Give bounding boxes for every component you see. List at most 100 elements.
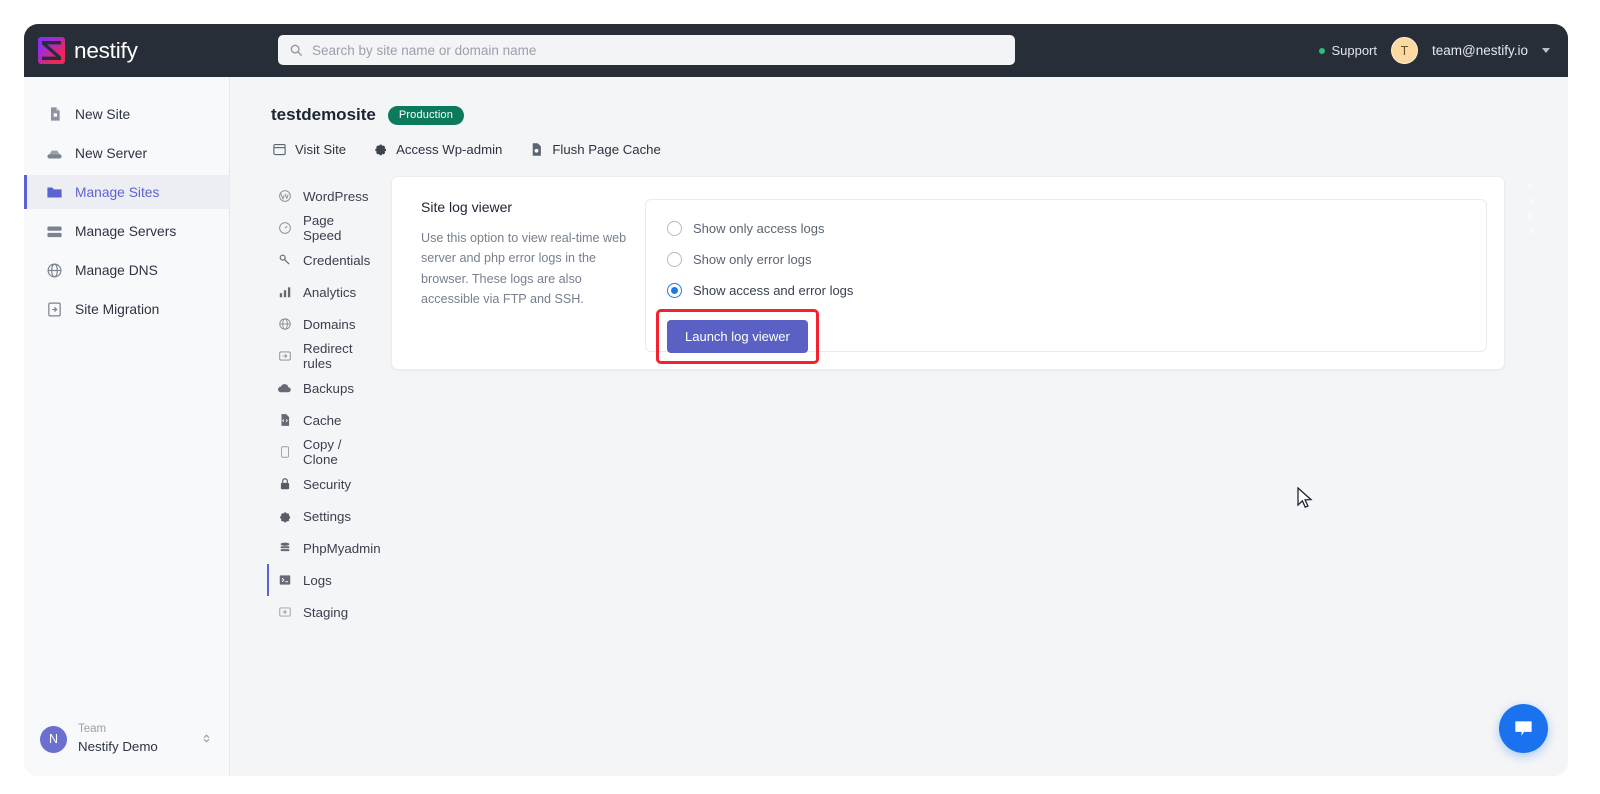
servers-stack-icon [46, 223, 63, 240]
team-label: Team [78, 723, 107, 736]
support-label: Support [1331, 43, 1377, 58]
lock-icon [277, 477, 292, 492]
sidebar-item-site-migration[interactable]: Site Migration [24, 292, 229, 326]
migration-icon [46, 301, 63, 318]
radio-icon-selected[interactable] [667, 283, 682, 298]
subnav-label: WordPress [303, 188, 369, 204]
globe-icon [277, 317, 292, 332]
sidebar-item-label: New Site [75, 106, 131, 122]
subnav-item-staging[interactable]: Staging [267, 596, 374, 628]
subnav-item-settings[interactable]: Settings [267, 500, 374, 532]
subnav-label: Settings [303, 508, 352, 524]
terminal-icon [277, 573, 292, 588]
subnav-label: Analytics [303, 284, 357, 300]
chat-bubble-icon [1515, 721, 1532, 736]
radio-option-access-and-error-logs[interactable]: Show access and error logs [667, 283, 1486, 298]
status-badge: Production [387, 105, 464, 125]
subnav-item-redirect-rules[interactable]: Redirect rules [267, 340, 374, 372]
site-log-viewer-card: Site log viewer Use this option to view … [391, 176, 1505, 370]
sidebar-item-new-site[interactable]: New Site [24, 97, 229, 131]
key-icon [277, 253, 292, 268]
chevron-up-down-icon[interactable] [200, 731, 213, 747]
wordpress-icon [277, 189, 292, 204]
subnav-item-cache[interactable]: Cache [267, 404, 374, 436]
file-plus-icon [46, 106, 63, 123]
quick-action-label: Access Wp-admin [396, 141, 503, 157]
server-icon [46, 145, 63, 162]
subnav-item-phpmyadmin[interactable]: PhpMyadmin [267, 532, 381, 564]
redirect-icon [277, 349, 292, 364]
sidebar-item-new-server[interactable]: New Server [24, 136, 229, 170]
staging-icon [277, 605, 292, 620]
team-name: Nestify Demo [78, 738, 158, 754]
chevron-down-icon[interactable] [1542, 48, 1550, 53]
account-email[interactable]: team@nestify.io [1432, 43, 1528, 58]
globe-icon [46, 262, 63, 279]
sidebar-item-label: Manage DNS [75, 262, 158, 278]
subnav-item-security[interactable]: Security [267, 468, 374, 500]
search-bar[interactable] [278, 35, 1015, 65]
folder-icon [46, 184, 63, 201]
search-icon [290, 44, 302, 56]
team-info: Team Nestify Demo [78, 722, 189, 755]
content-body: WordPress Page Speed Credentials Analyti… [230, 176, 1568, 628]
subnav-label: Cache [303, 412, 342, 428]
flush-page-cache-button[interactable]: Flush Page Cache [528, 141, 661, 157]
card-description-column: Site log viewer Use this option to view … [409, 199, 645, 352]
brand-name: nestify [74, 37, 138, 63]
log-options-panel: Show only access logs Show only error lo… [645, 199, 1487, 364]
radio-option-access-logs[interactable]: Show only access logs [667, 221, 1486, 236]
subnav-item-domains[interactable]: Domains [267, 308, 374, 340]
radio-icon[interactable] [667, 221, 682, 236]
sidebar-item-label: New Server [75, 145, 148, 161]
subnav-label: Domains [303, 316, 356, 332]
page-title: testdemosite [271, 105, 376, 124]
subnav-item-credentials[interactable]: Credentials [267, 244, 374, 276]
sidebar-item-manage-sites[interactable]: Manage Sites [24, 175, 229, 209]
support-link[interactable]: Support [1319, 43, 1377, 58]
subnav-label: Page Speed [303, 213, 342, 243]
card-description: Use this option to view real-time web se… [421, 231, 627, 307]
file-cache-icon [528, 141, 544, 157]
sidebar: New Site New Server Manage Sites Manage … [24, 77, 230, 776]
team-avatar: N [40, 725, 67, 753]
quick-action-label: Flush Page Cache [552, 141, 661, 157]
status-dot-icon [1319, 47, 1326, 54]
subnav-item-logs[interactable]: Logs [267, 564, 374, 596]
toast-close-icon-2[interactable]: × [1528, 193, 1536, 208]
subnav-item-backups[interactable]: Backups [267, 372, 374, 404]
access-wp-admin-button[interactable]: Access Wp-admin [372, 141, 502, 157]
subnav-label: Credentials [303, 252, 371, 268]
file-code-icon [277, 413, 292, 428]
subnav-item-copy-clone[interactable]: Copy / Clone [267, 436, 374, 468]
sidebar-item-label: Manage Sites [75, 184, 160, 200]
subnav-item-wordpress[interactable]: WordPress [267, 180, 374, 212]
radio-label: Show only access logs [693, 221, 825, 236]
sidebar-item-manage-dns[interactable]: Manage DNS [24, 253, 229, 287]
speedometer-icon [277, 221, 292, 236]
cloud-icon [277, 381, 292, 396]
avatar[interactable]: T [1391, 37, 1418, 64]
radio-option-error-logs[interactable]: Show only error logs [667, 252, 1486, 267]
search-input[interactable] [312, 42, 1004, 58]
toast-close-icon-4[interactable]: × [1528, 223, 1536, 238]
main-content: testdemosite Production Visit Site Acces… [230, 77, 1568, 776]
gear-icon [372, 141, 388, 157]
subnav-item-page-speed[interactable]: Page Speed [267, 212, 374, 244]
title-row: testdemosite Production [271, 105, 1568, 125]
brand-logo[interactable]: nestify [24, 37, 230, 64]
sidebar-item-manage-servers[interactable]: Manage Servers [24, 214, 229, 248]
subnav-label: Backups [303, 380, 354, 396]
team-switcher[interactable]: N Team Nestify Demo [24, 702, 229, 776]
subnav-item-analytics[interactable]: Analytics [267, 276, 374, 308]
visit-site-button[interactable]: Visit Site [271, 141, 346, 157]
gear-icon [277, 509, 292, 524]
chat-widget-button[interactable] [1499, 704, 1548, 753]
app-window: nestify Support T team@nestify.io [24, 24, 1568, 776]
radio-icon[interactable] [667, 252, 682, 267]
sidebar-item-label: Manage Servers [75, 223, 177, 239]
subnav-label: Redirect rules [303, 341, 353, 371]
launch-log-viewer-button[interactable]: Launch log viewer [667, 320, 808, 353]
page-header: testdemosite Production Visit Site Acces… [230, 77, 1568, 157]
quick-actions: Visit Site Access Wp-admin Flush Page Ca… [271, 141, 1568, 157]
